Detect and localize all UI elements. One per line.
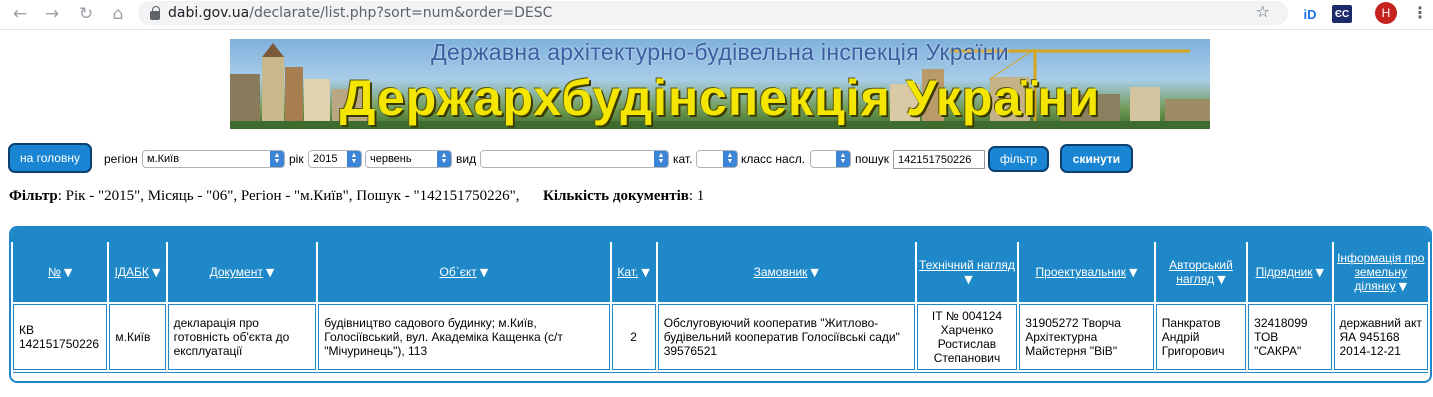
column-header-object[interactable]: Об`єкт ▼ [318, 242, 610, 302]
cell-contractor: 32418099 ТОВ "САКРА" [1248, 304, 1332, 370]
declarations-table: № ▼ ІДАБК ▼ Документ ▼ Об`єкт ▼ Кат. ▼ Замовн… [9, 226, 1432, 383]
back-arrow-icon[interactable]: ← [8, 2, 32, 26]
cell-num: КВ 142151750226 [13, 304, 108, 370]
sort-triangle-icon[interactable]: ▼ [480, 266, 488, 279]
cell-land-info: державний акт ЯА 945168 2014-12-21 [1333, 304, 1428, 370]
star-icon[interactable]: ☆ [1256, 2, 1270, 21]
cell-idabk: м.Київ [109, 304, 166, 370]
year-label: рік [289, 152, 304, 166]
filter-button[interactable]: фільтр [988, 146, 1049, 172]
sort-triangle-icon[interactable]: ▼ [266, 266, 274, 279]
chevron-updown-icon: ▲ ▼ [654, 151, 668, 167]
sort-triangle-icon[interactable]: ▼ [64, 266, 72, 279]
sort-triangle-icon[interactable]: ▼ [1217, 273, 1225, 286]
column-header-designer[interactable]: Проектувальник ▼ [1019, 242, 1154, 302]
cell-category: 2 [611, 304, 656, 370]
cell-object: будівництво садового будинку; м.Київ, Го… [318, 304, 610, 370]
sort-triangle-icon[interactable]: ▼ [641, 266, 649, 279]
reset-button[interactable]: скинути [1060, 144, 1133, 173]
chevron-updown-icon: ▲ ▼ [347, 151, 361, 167]
url-host: dabi.gov.ua [168, 5, 250, 21]
chevron-updown-icon: ▲ ▼ [723, 151, 737, 167]
column-header-tech-supervision[interactable]: Технічний нагляд▼ [916, 242, 1018, 302]
profile-avatar[interactable]: H [1375, 2, 1397, 24]
cell-customer: Обслуговуючий кооператив "Житлово-будіве… [657, 304, 915, 370]
class-select[interactable]: ▲ ▼ [810, 150, 851, 168]
home-button[interactable]: на головну [8, 143, 92, 173]
category-select[interactable]: ▲ ▼ [696, 150, 738, 168]
forward-arrow-icon[interactable]: → [40, 2, 64, 26]
month-select-value: червень [370, 153, 412, 165]
month-select[interactable]: червень ▲ ▼ [365, 150, 452, 168]
type-label: вид [456, 152, 477, 166]
search-label: пошук [855, 152, 890, 166]
reload-icon[interactable]: ↻ [74, 2, 98, 26]
search-input[interactable]: 142151750226 [893, 150, 985, 169]
region-select-value: м.Київ [147, 153, 180, 165]
table-row: КВ 142151750226 м.Київ декларація про го… [13, 304, 1428, 370]
site-banner: Державна архітектурно-будівельна інспекц… [230, 39, 1210, 129]
browser-toolbar: ← → ↻ ⌂ dabi.gov.ua/declarate/list.php?s… [0, 0, 1433, 30]
filter-summary-text: : Рік - "2015", Місяць - "06", Регіон - … [57, 188, 520, 204]
column-header-category[interactable]: Кат. ▼ [611, 242, 656, 302]
chevron-updown-icon: ▲ ▼ [437, 151, 451, 167]
address-bar[interactable]: dabi.gov.ua/declarate/list.php?sort=num&… [138, 1, 1288, 25]
column-header-contractor[interactable]: Підрядник ▼ [1248, 242, 1332, 302]
sort-triangle-icon[interactable]: ▼ [810, 266, 818, 279]
url-path: /declarate/list.php?sort=num&order=DESC [249, 5, 553, 21]
region-select[interactable]: м.Київ ▲ ▼ [142, 150, 285, 168]
sort-triangle-icon[interactable]: ▼ [1316, 266, 1324, 279]
filter-summary-label: Фільтр [9, 188, 58, 204]
cell-designer: 31905272 Творча Архітектурна Майстерня "… [1019, 304, 1154, 370]
column-header-idabk[interactable]: ІДАБК ▼ [109, 242, 166, 302]
extension-id-icon[interactable]: iD [1300, 5, 1320, 23]
table-bottom-bar [13, 372, 1428, 378]
chevron-updown-icon: ▲ ▼ [836, 151, 850, 167]
year-select[interactable]: 2015 ▲ ▼ [308, 150, 362, 168]
menu-kebab-icon[interactable]: ⋮ [1412, 3, 1428, 22]
category-label: кат. [673, 152, 693, 166]
document-count-value: : 1 [688, 188, 705, 204]
filter-summary: Фільтр: Рік - "2015", Місяць - "06", Рег… [9, 188, 704, 205]
sort-triangle-icon[interactable]: ▼ [1129, 266, 1137, 279]
document-count-label: Кількість документів [542, 188, 689, 204]
column-header-num[interactable]: № ▼ [13, 242, 108, 302]
sort-triangle-icon[interactable]: ▼ [964, 273, 972, 286]
chevron-updown-icon: ▲ ▼ [270, 151, 284, 167]
lock-icon [150, 5, 160, 20]
cell-document: декларація про готовність об'єкта до екс… [167, 304, 317, 370]
column-header-author-supervision[interactable]: Авторський нагляд ▼ [1155, 242, 1247, 302]
sort-triangle-icon[interactable]: ▼ [1399, 280, 1407, 293]
banner-subtitle: Державна архітектурно-будівельна інспекц… [431, 39, 1009, 65]
year-select-value: 2015 [313, 153, 338, 165]
column-header-land-info[interactable]: Інформація про земельну ділянку ▼ [1333, 242, 1428, 302]
extension-flag-icon[interactable]: ЄС [1332, 5, 1352, 23]
cell-tech-supervision: ІТ № 004124 Харченко Ростислав Степанови… [916, 304, 1018, 370]
class-label: класс насл. [741, 152, 806, 166]
banner-title: Держархбудінспекція України [339, 70, 1101, 126]
table-header-row: № ▼ ІДАБК ▼ Документ ▼ Об`єкт ▼ Кат. ▼ Замовн… [13, 242, 1428, 302]
cell-author-supervision: Панкратов Андрій Григорович [1155, 304, 1247, 370]
sort-triangle-icon[interactable]: ▼ [152, 266, 160, 279]
column-header-document[interactable]: Документ ▼ [167, 242, 317, 302]
type-select[interactable]: ▲ ▼ [480, 150, 669, 168]
home-icon[interactable]: ⌂ [106, 2, 130, 26]
column-header-customer[interactable]: Замовник ▼ [657, 242, 915, 302]
region-label: регіон [104, 152, 138, 166]
